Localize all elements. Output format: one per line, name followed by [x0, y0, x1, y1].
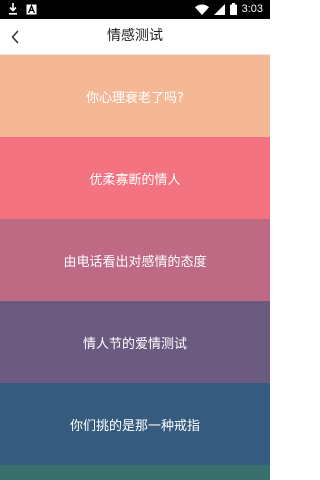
test-card-label: 你们挑的是那一种戒指 — [69, 418, 200, 434]
download-icon — [8, 0, 18, 19]
app-bar: 情感测试 — [0, 19, 270, 55]
test-card-label: 由电话看出对感情的态度 — [63, 254, 207, 270]
test-card-phone-attitude[interactable]: 由电话看出对感情的态度 — [0, 219, 270, 301]
wifi-icon — [194, 0, 209, 19]
status-bar-right: 3:03 — [194, 0, 263, 19]
text-a-icon — [26, 0, 37, 19]
test-card-indecisive-lover[interactable]: 优柔寡断的情人 — [0, 137, 270, 219]
status-bar-left — [8, 3, 37, 16]
chevron-left-icon[interactable] — [4, 25, 26, 49]
test-list: 你心理衰老了吗? 优柔寡断的情人 由电话看出对感情的态度 情人节的爱情测试 你们… — [0, 55, 270, 480]
test-card-partial[interactable] — [0, 465, 270, 480]
page-title: 情感测试 — [107, 28, 163, 44]
test-card-label: 你心理衰老了吗? — [86, 90, 184, 106]
test-card-valentine[interactable]: 情人节的爱情测试 — [0, 301, 270, 383]
battery-icon — [229, 0, 237, 19]
signal-icon — [213, 0, 225, 19]
status-bar: 3:03 — [0, 0, 270, 19]
test-card-aging[interactable]: 你心理衰老了吗? — [0, 55, 270, 137]
test-card-ring[interactable]: 你们挑的是那一种戒指 — [0, 383, 270, 465]
test-card-label: 情人节的爱情测试 — [82, 336, 187, 352]
test-card-label: 优柔寡断的情人 — [89, 172, 181, 188]
status-time: 3:03 — [241, 3, 263, 15]
